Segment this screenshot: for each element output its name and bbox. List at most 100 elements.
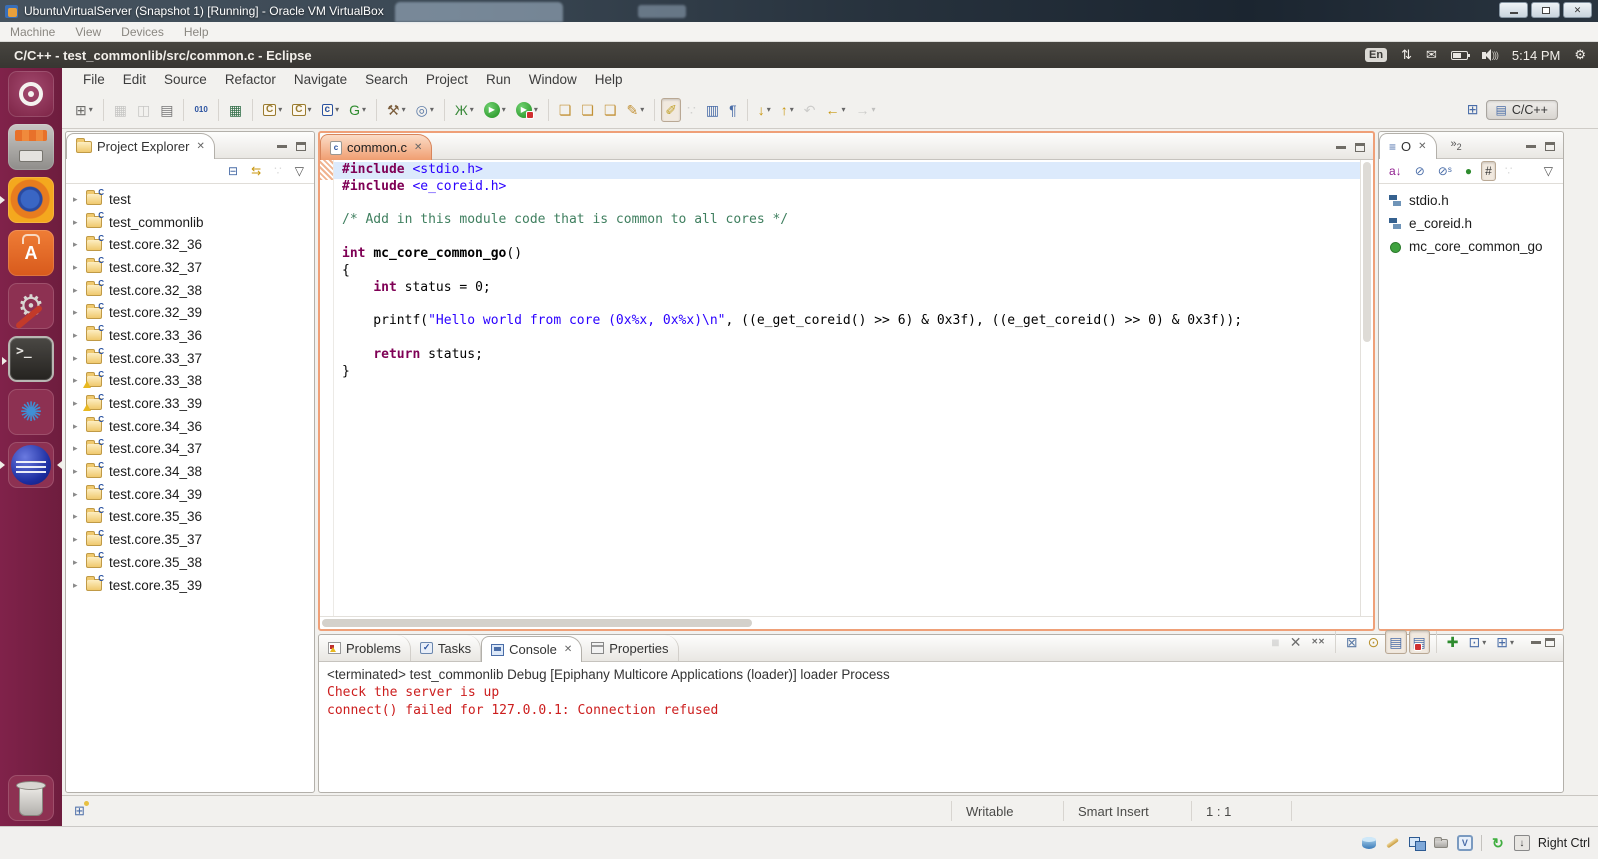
code-line[interactable] xyxy=(334,229,1360,246)
remove-launch[interactable]: ✕ xyxy=(1286,630,1306,654)
dropdown-arrow-icon[interactable]: ▾ xyxy=(308,105,312,114)
binary-file[interactable]: 010 xyxy=(190,98,211,122)
expand-arrow-icon[interactable]: ▸ xyxy=(73,580,86,591)
eclipse-menu-item[interactable]: Run xyxy=(477,70,520,89)
dropdown-arrow-icon[interactable]: ▾ xyxy=(335,105,339,114)
host-key-indicator-icon[interactable]: ↓ xyxy=(1513,835,1530,851)
project-tree-item[interactable]: ▸ C test.core.33_38 xyxy=(66,370,314,393)
outline-item[interactable]: mc_core_common_go xyxy=(1379,235,1563,258)
dropdown-arrow-icon[interactable]: ▾ xyxy=(278,105,282,114)
view-menu[interactable]: ▽ xyxy=(1540,161,1557,181)
close-view-icon[interactable]: ✕ xyxy=(564,644,572,655)
dropdown-arrow-icon[interactable]: ▾ xyxy=(534,105,538,114)
remove-all-terminated[interactable]: ✕✕ xyxy=(1307,630,1328,654)
view-menu[interactable]: ▽ xyxy=(291,161,308,181)
dropdown-arrow-icon[interactable]: ▾ xyxy=(640,105,644,114)
eclipse-menu-item[interactable]: Project xyxy=(417,70,477,89)
minimize-view-button[interactable] xyxy=(1531,640,1541,644)
back-history[interactable]: ← ▾ xyxy=(821,98,849,122)
close-view-icon[interactable]: ✕ xyxy=(196,141,204,152)
eclipse-menu-item[interactable]: Navigate xyxy=(285,70,356,89)
project-tree-item[interactable]: ▸ C test.core.32_38 xyxy=(66,279,314,302)
project-tree-item[interactable]: ▸ C test.core.34_38 xyxy=(66,460,314,483)
focus-extra[interactable]: ∵ xyxy=(270,161,286,181)
keyboard-layout-indicator[interactable]: En xyxy=(1365,48,1388,62)
code-line[interactable]: { xyxy=(334,263,1360,280)
minimize-view-button[interactable] xyxy=(277,145,287,148)
dropdown-arrow-icon[interactable]: ▾ xyxy=(362,105,366,114)
mouse-pen-icon[interactable] xyxy=(1385,835,1401,851)
project-tree-item[interactable]: ▸ C test xyxy=(66,188,314,211)
launcher-item[interactable]: >_ xyxy=(2,336,54,382)
new-wizard[interactable]: ⊞ ▾ xyxy=(71,98,97,122)
code-line[interactable]: #include <e_coreid.h> xyxy=(334,179,1360,196)
dropdown-arrow-icon[interactable]: ▾ xyxy=(841,105,845,114)
fast-view-icon[interactable]: ⊞ xyxy=(74,801,89,819)
open-element-3[interactable]: ❏ xyxy=(600,98,621,122)
save-all[interactable]: ◫ xyxy=(133,98,154,122)
close-button[interactable]: ✕ xyxy=(1563,2,1592,18)
code-line[interactable]: int status = 0; xyxy=(334,280,1360,297)
eclipse-menu-item[interactable]: Edit xyxy=(114,70,155,89)
last-edit-location[interactable]: ↶ xyxy=(800,98,820,122)
link-with-editor[interactable]: # xyxy=(1481,161,1496,181)
outline-item[interactable]: stdio.h xyxy=(1379,189,1563,212)
statusbar-separator[interactable] xyxy=(1480,835,1482,851)
display-selected-console[interactable]: ⊡ ▾ xyxy=(1465,630,1491,654)
show-console-on-stdout[interactable]: ▤ xyxy=(1385,630,1407,654)
dropdown-arrow-icon[interactable]: ▾ xyxy=(89,105,93,114)
block-selection-mode[interactable]: ▥ xyxy=(702,98,723,122)
project-tree-item[interactable]: ▸ C test.core.33_39 xyxy=(66,392,314,415)
cpp-perspective-button[interactable]: ▤ C/C++ xyxy=(1485,99,1558,120)
horizontal-scrollbar[interactable] xyxy=(320,616,1373,629)
new-c-file[interactable]: c ▾ xyxy=(318,98,344,122)
open-perspective-icon[interactable]: ⊞ xyxy=(1467,101,1479,118)
dropdown-arrow-icon[interactable]: ▾ xyxy=(502,105,506,114)
vbox-menu-item[interactable]: Help xyxy=(174,25,219,39)
expand-arrow-icon[interactable]: ▸ xyxy=(73,511,86,522)
project-tree-item[interactable]: ▸ C test.core.35_36 xyxy=(66,506,314,529)
annotation-ruler[interactable] xyxy=(320,160,334,616)
sound-indicator-icon[interactable]: ))) xyxy=(1481,49,1499,61)
launcher-item[interactable]: ⚙ xyxy=(8,283,54,329)
link-with-editor[interactable]: ⇆ xyxy=(247,161,265,181)
vbox-menu-item[interactable]: Devices xyxy=(111,25,174,39)
pin-console[interactable]: ✚ xyxy=(1443,630,1463,654)
build-configurations[interactable]: ◎ ▾ xyxy=(412,98,438,122)
expand-arrow-icon[interactable]: ▸ xyxy=(73,557,86,568)
expand-arrow-icon[interactable]: ▸ xyxy=(73,239,86,250)
launcher-item[interactable] xyxy=(8,124,54,170)
hard-disks-icon[interactable] xyxy=(1361,835,1377,851)
hide-static-members[interactable]: ⊘ˢ xyxy=(1434,161,1456,181)
eclipse-menu-item[interactable]: Source xyxy=(155,70,216,89)
collapse-all[interactable]: ⊟ xyxy=(224,161,242,181)
expand-arrow-icon[interactable]: ▸ xyxy=(73,285,86,296)
restore-button[interactable] xyxy=(1531,2,1560,18)
expand-arrow-icon[interactable]: ▸ xyxy=(73,194,86,205)
close-editor-icon[interactable]: ✕ xyxy=(414,142,422,153)
outline-tab[interactable]: ≡ O ✕ xyxy=(1379,133,1437,159)
project-tree-item[interactable]: ▸ C test.core.32_36 xyxy=(66,233,314,256)
project-tree-item[interactable]: ▸ C test.core.35_37 xyxy=(66,528,314,551)
editor-tab-common-c[interactable]: c common.c ✕ xyxy=(320,134,433,160)
code-line[interactable] xyxy=(334,196,1360,213)
new-c-project[interactable]: C ▾ xyxy=(288,98,315,122)
previous-annotation[interactable]: ↑ ▾ xyxy=(777,98,798,122)
outline-extra[interactable]: ∵ xyxy=(1501,161,1517,181)
scrollbar-thumb[interactable] xyxy=(1363,162,1371,342)
launcher-item[interactable]: A xyxy=(8,230,54,276)
sort-alphabetically[interactable]: a↓ xyxy=(1385,161,1406,181)
clock-indicator[interactable]: 5:14 PM xyxy=(1512,48,1560,63)
expand-arrow-icon[interactable]: ▸ xyxy=(73,466,86,477)
run[interactable]: ▶ ▾ xyxy=(480,98,510,122)
vbox-menu-item[interactable]: Machine xyxy=(0,25,65,39)
code-area[interactable]: #include <stdio.h> #include <e_coreid.h> /… xyxy=(334,160,1360,616)
code-line[interactable] xyxy=(334,330,1360,347)
show-console-on-stderr[interactable]: ▤ xyxy=(1408,630,1430,654)
vm-features-icon[interactable]: V xyxy=(1456,835,1473,851)
expand-arrow-icon[interactable]: ▸ xyxy=(73,307,86,318)
session-gear-icon[interactable]: ⚙ xyxy=(1574,47,1586,63)
hscroll-thumb[interactable] xyxy=(322,619,752,627)
open-element-2[interactable]: ❏ xyxy=(577,98,598,122)
eclipse-menu-item[interactable]: Search xyxy=(356,70,417,89)
